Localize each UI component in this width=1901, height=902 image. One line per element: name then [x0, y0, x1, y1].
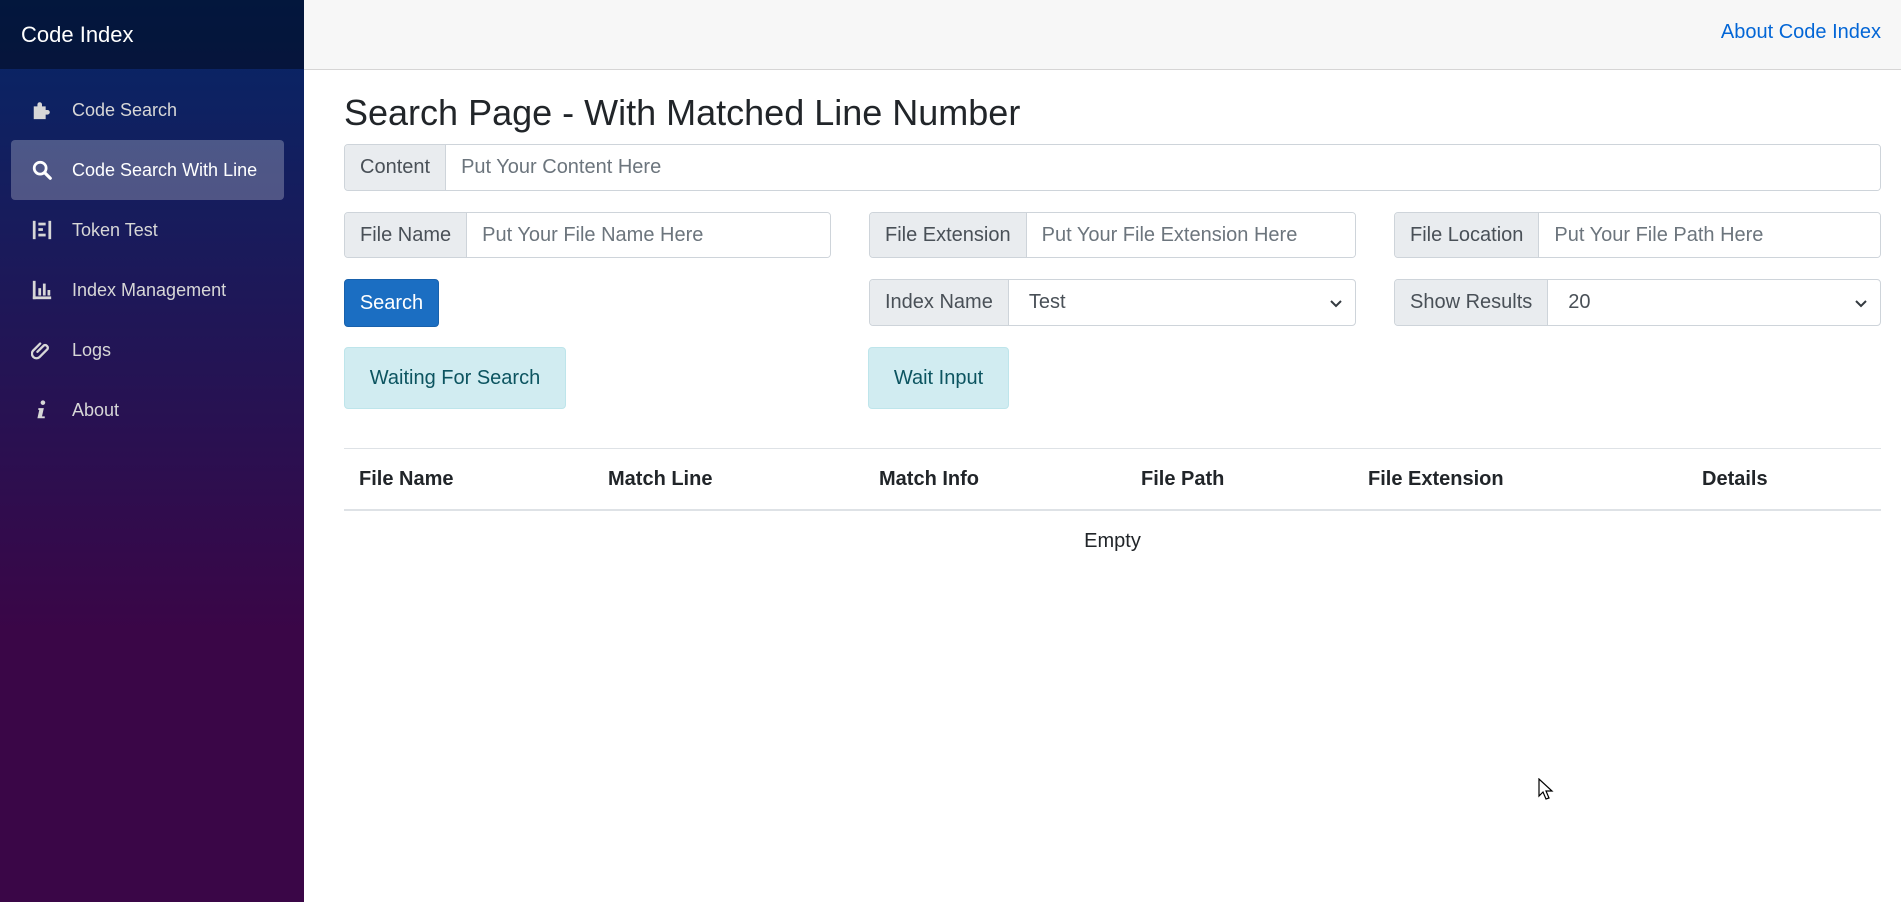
tokens-icon [30, 218, 54, 242]
file-location-input-group: File Location [1394, 212, 1881, 258]
sidebar-item-logs[interactable]: Logs [11, 320, 284, 380]
sidebar-item-code-search-with-line[interactable]: Code Search With Line [11, 140, 284, 200]
sidebar-item-label: Code Search [72, 99, 178, 120]
sidebar-item-label: Index Management [72, 279, 227, 300]
app-root: Code Index Code Search Code Search With … [0, 0, 1901, 902]
chevron-down-icon [1855, 299, 1867, 307]
table-header: File Name Match Line Match Info File Pat… [344, 449, 1881, 511]
show-results-select[interactable]: 20 [1548, 280, 1880, 325]
sidebar-item-code-search[interactable]: Code Search [11, 80, 284, 140]
index-name-select[interactable]: Test [1009, 280, 1355, 325]
sidebar-item-label: Token Test [72, 219, 158, 240]
index-name-label: Index Name [870, 280, 1009, 325]
content-input[interactable] [446, 145, 1880, 190]
index-name-selected: Test [1028, 291, 1066, 313]
input-status-alert: Wait Input [868, 347, 1009, 409]
sidebar-item-token-test[interactable]: Token Test [11, 200, 284, 260]
file-location-input[interactable] [1539, 213, 1880, 257]
paperclip-icon [30, 338, 54, 362]
results-table: File Name Match Line Match Info File Pat… [344, 448, 1881, 573]
content-label: Content [345, 145, 447, 190]
column-header-file-path[interactable]: File Path [1141, 449, 1224, 509]
chevron-down-icon [1330, 299, 1342, 307]
table-empty-row: Empty [1084, 530, 1141, 552]
column-header-details[interactable]: Details [1702, 449, 1768, 509]
file-name-input-group: File Name [344, 212, 831, 258]
sidebar-item-index-management[interactable]: Index Management [11, 260, 284, 320]
page-title: Search Page - With Matched Line Number [344, 92, 1021, 133]
top-bar: About Code Index [304, 0, 1901, 70]
file-name-input[interactable] [467, 213, 830, 257]
column-header-file-name[interactable]: File Name [359, 449, 453, 509]
sidebar-nav: Code Search Code Search With Line Token … [0, 69, 304, 440]
index-name-group: Index Name Test [869, 279, 1356, 326]
file-name-label: File Name [345, 213, 468, 257]
main-content: Search Page - With Matched Line Number C… [344, 70, 1881, 552]
sidebar-item-label: About [72, 399, 120, 420]
puzzle-icon [30, 98, 54, 122]
column-header-match-line[interactable]: Match Line [608, 449, 712, 509]
file-extension-input-group: File Extension [869, 212, 1356, 258]
content-input-group: Content [344, 144, 1881, 191]
info-icon [30, 398, 54, 422]
file-extension-input[interactable] [1026, 213, 1355, 257]
search-status-alert: Waiting For Search [344, 347, 566, 409]
show-results-selected: 20 [1568, 291, 1591, 313]
brand-title[interactable]: Code Index [0, 0, 304, 69]
sidebar-item-label: Logs [72, 339, 112, 360]
search-icon [30, 158, 54, 182]
mouse-cursor-icon [1538, 778, 1554, 800]
show-results-group: Show Results 20 [1394, 279, 1881, 326]
sidebar: Code Index Code Search Code Search With … [0, 0, 304, 902]
column-header-match-info[interactable]: Match Info [879, 449, 979, 509]
file-location-label: File Location [1395, 213, 1540, 257]
about-link[interactable]: About Code Index [1721, 21, 1881, 44]
show-results-label: Show Results [1395, 280, 1549, 325]
sidebar-item-about[interactable]: About [11, 380, 284, 440]
file-extension-label: File Extension [870, 213, 1027, 257]
sidebar-item-label: Code Search With Line [72, 159, 258, 180]
column-header-file-extension[interactable]: File Extension [1368, 449, 1504, 509]
search-button[interactable]: Search [344, 279, 439, 327]
bar-chart-icon [30, 278, 54, 302]
